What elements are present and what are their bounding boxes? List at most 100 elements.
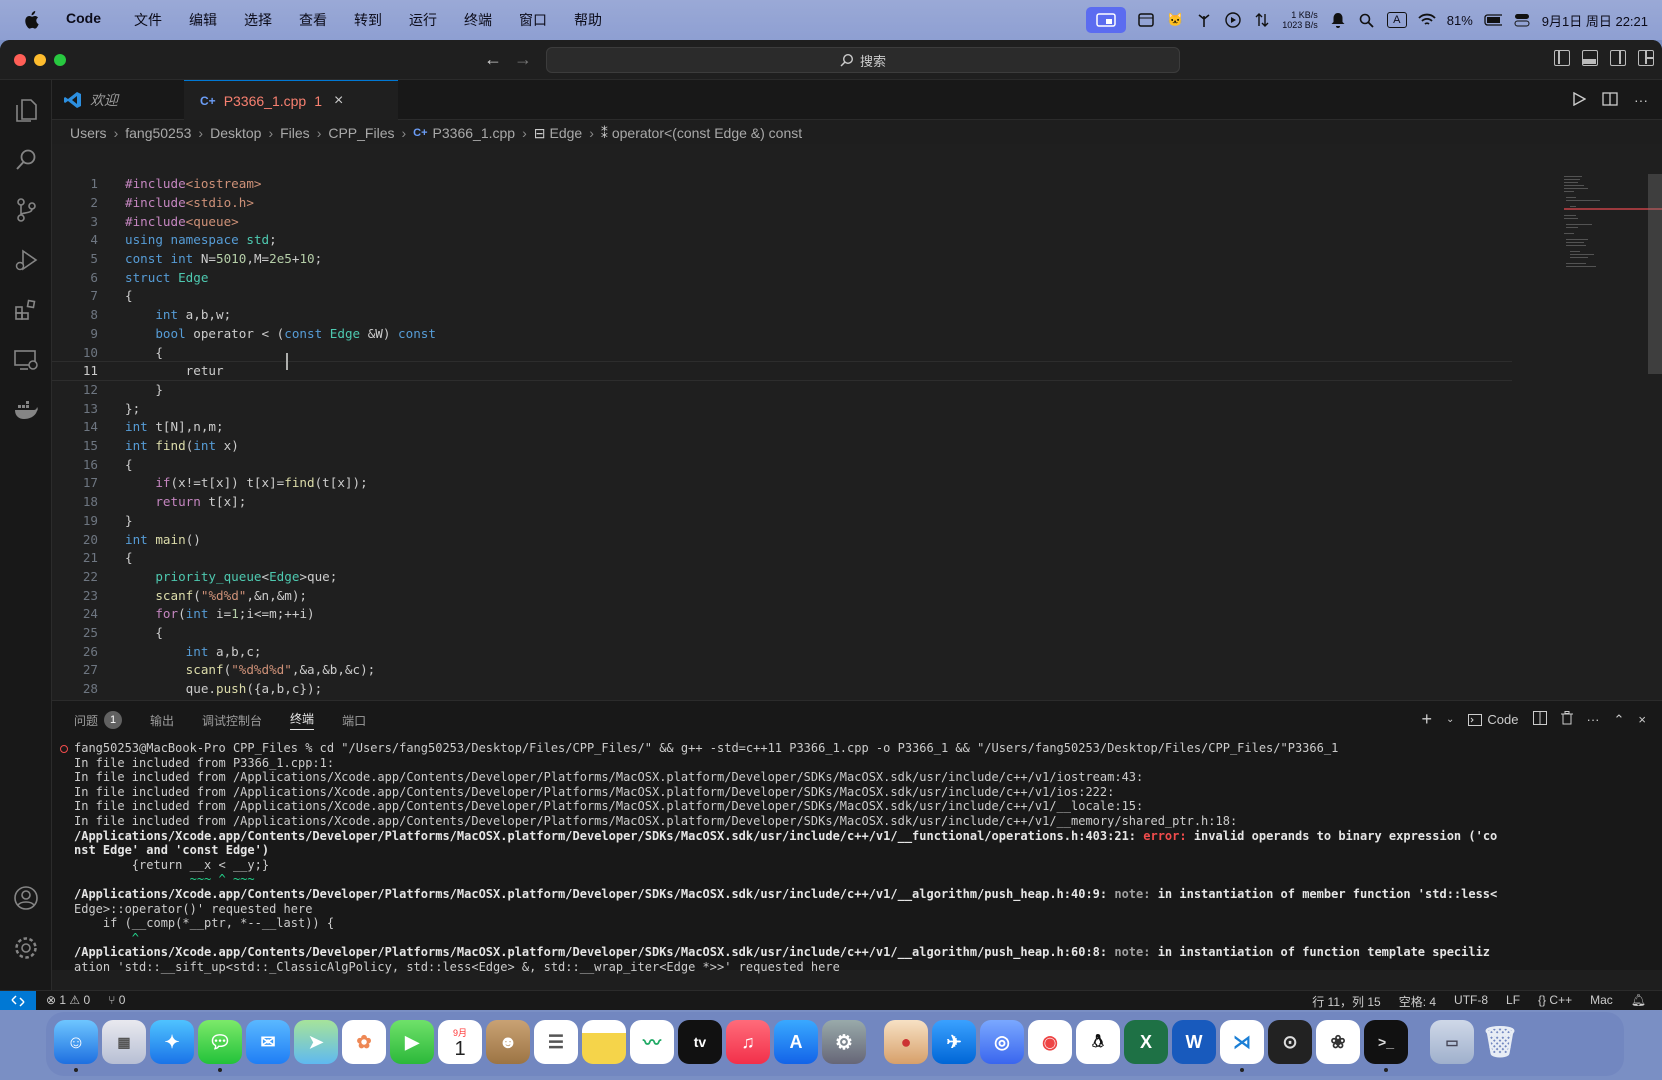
code-line[interactable]: 16 { bbox=[52, 455, 1512, 475]
menu-app-name[interactable]: Code bbox=[66, 10, 101, 30]
account-icon[interactable] bbox=[12, 884, 40, 912]
cat-icon[interactable]: 🐱 bbox=[1166, 11, 1184, 29]
trash-icon[interactable] bbox=[1560, 711, 1573, 728]
notes-icon[interactable] bbox=[582, 1020, 626, 1064]
cherry-app-icon[interactable]: ● bbox=[884, 1020, 928, 1064]
chrome-icon[interactable]: ◉ bbox=[1028, 1020, 1072, 1064]
vscode-icon[interactable]: ⋊ bbox=[1220, 1020, 1264, 1064]
breadcrumb-item[interactable]: Desktop bbox=[210, 125, 261, 141]
code-line[interactable]: 5 const int N=5010,M=2e5+10; bbox=[52, 249, 1512, 269]
zoom-window-button[interactable] bbox=[54, 54, 66, 66]
launchpad-icon[interactable]: ▦ bbox=[102, 1020, 146, 1064]
screen-share-icon[interactable] bbox=[1086, 7, 1127, 33]
code-line[interactable]: 20 int main() bbox=[52, 529, 1512, 549]
toggle-secondary-sidebar-icon[interactable] bbox=[1610, 50, 1626, 66]
menu-run[interactable]: 运行 bbox=[409, 10, 437, 30]
apple-icon[interactable] bbox=[22, 11, 40, 29]
more-actions-icon[interactable]: ··· bbox=[1587, 712, 1600, 727]
menu-file[interactable]: 文件 bbox=[134, 10, 162, 30]
window-icon[interactable] bbox=[1137, 11, 1155, 29]
chatgpt-icon[interactable]: ❀ bbox=[1316, 1020, 1360, 1064]
code-line[interactable]: 4 using namespace std; bbox=[52, 230, 1512, 250]
run-file-icon[interactable] bbox=[1572, 91, 1587, 109]
breadcrumb-item[interactable]: CPP_Files bbox=[328, 125, 394, 141]
breadcrumb-item[interactable]: Users bbox=[70, 125, 107, 141]
code-line[interactable]: 24 for(int i=1;i<=m;++i) bbox=[52, 604, 1512, 624]
transfer-icon[interactable] bbox=[1253, 11, 1271, 29]
arrow-right-icon[interactable]: → bbox=[514, 49, 532, 70]
problems-status[interactable]: ⊗ 1 ⚠ 0 bbox=[46, 993, 90, 1007]
breadcrumb-item[interactable]: Files bbox=[280, 125, 310, 141]
freeform-icon[interactable]: 〰 bbox=[630, 1020, 674, 1064]
battery-icon[interactable] bbox=[1484, 11, 1502, 29]
tab-problems[interactable]: 问题 1 bbox=[74, 711, 123, 729]
code-line[interactable]: 21 { bbox=[52, 548, 1512, 568]
code-line[interactable]: 8 int a,b,w; bbox=[52, 305, 1512, 325]
trash-icon[interactable]: 🗑︎ bbox=[1478, 1020, 1522, 1064]
maximize-panel-icon[interactable]: ⌃ bbox=[1614, 712, 1625, 728]
breadcrumb-item[interactable]: operator<(const Edge &) const bbox=[612, 125, 802, 141]
maps-icon[interactable]: ➤ bbox=[294, 1020, 338, 1064]
excel-icon[interactable]: X bbox=[1124, 1020, 1168, 1064]
more-actions-icon[interactable]: ··· bbox=[1634, 92, 1648, 109]
bell-icon[interactable] bbox=[1329, 11, 1347, 29]
chevron-down-icon[interactable]: ⌄ bbox=[1446, 714, 1454, 725]
remote-indicator-icon[interactable] bbox=[0, 991, 36, 1010]
code-line[interactable]: 9 bool operator < (const Edge &W) const bbox=[52, 324, 1512, 344]
downloads-stack-icon[interactable]: ▭ bbox=[1430, 1020, 1474, 1064]
feishu-icon[interactable]: ✈ bbox=[932, 1020, 976, 1064]
end-of-line[interactable]: LF bbox=[1506, 993, 1520, 1010]
code-line[interactable]: 27 scanf("%d%d%d",&a,&b,&c); bbox=[52, 660, 1512, 680]
code-line[interactable]: 25 { bbox=[52, 623, 1512, 643]
minimap[interactable] bbox=[1562, 174, 1622, 284]
cursor-position[interactable]: 行 11，列 15 bbox=[1312, 993, 1380, 1010]
search-icon[interactable] bbox=[1358, 11, 1376, 29]
tab-ports[interactable]: 端口 bbox=[342, 712, 366, 729]
code-line[interactable]: 28 que.push({a,b,c}); bbox=[52, 679, 1512, 699]
tab-welcome[interactable]: 欢迎 bbox=[52, 80, 184, 120]
code-line[interactable]: 18 return t[x]; bbox=[52, 492, 1512, 512]
menu-view[interactable]: 查看 bbox=[299, 10, 327, 30]
command-search-input[interactable]: 搜索 bbox=[546, 47, 1180, 73]
language-mode[interactable]: {} C++ bbox=[1538, 993, 1572, 1010]
indentation[interactable]: 空格: 4 bbox=[1399, 993, 1436, 1010]
split-editor-icon[interactable] bbox=[1602, 92, 1618, 109]
command-error-decoration[interactable] bbox=[60, 745, 68, 753]
terminal-output[interactable]: fang50253@MacBook-Pro CPP_Files % cd "/U… bbox=[74, 741, 1634, 975]
code-editor[interactable]: 1 #include<iostream> 2 #include<stdio.h> 3 #i… bbox=[52, 144, 1662, 700]
steam-icon[interactable]: ⊙ bbox=[1268, 1020, 1312, 1064]
platform-config[interactable]: Mac bbox=[1590, 993, 1613, 1010]
toggle-sidebar-icon[interactable] bbox=[1554, 50, 1570, 66]
code-line[interactable]: 7{ bbox=[52, 286, 1512, 306]
close-icon[interactable]: × bbox=[334, 92, 343, 110]
mail-icon[interactable]: ✉ bbox=[246, 1020, 290, 1064]
code-line[interactable]: 1 #include<iostream> bbox=[52, 174, 1512, 194]
messages-icon[interactable]: 💬︎ bbox=[198, 1020, 242, 1064]
docker-icon[interactable] bbox=[12, 396, 40, 424]
tab-output[interactable]: 输出 bbox=[150, 712, 174, 729]
remote-explorer-icon[interactable] bbox=[12, 346, 40, 374]
code-line[interactable]: 6 struct Edge bbox=[52, 268, 1512, 288]
contacts-icon[interactable]: ☻ bbox=[486, 1020, 530, 1064]
control-center-icon[interactable] bbox=[1513, 11, 1531, 29]
notifications-bell-icon[interactable]: 🔔︎ bbox=[1631, 993, 1646, 1010]
code-line[interactable]: 11 retur bbox=[52, 361, 1512, 381]
ports-status[interactable]: ⑂ 0 bbox=[108, 993, 125, 1007]
tab-debug-console[interactable]: 调试控制台 bbox=[202, 712, 262, 729]
facetime-icon[interactable]: ▶ bbox=[390, 1020, 434, 1064]
clock[interactable]: 9月1日 周日 22:21 bbox=[1542, 11, 1648, 30]
new-terminal-icon[interactable]: + bbox=[1422, 709, 1433, 730]
run-debug-icon[interactable] bbox=[12, 246, 40, 274]
code-line[interactable]: 22 priority_queue<Edge>que; bbox=[52, 567, 1512, 587]
close-panel-icon[interactable]: × bbox=[1638, 712, 1646, 727]
code-line[interactable]: 2 #include<stdio.h> bbox=[52, 193, 1512, 213]
arrow-left-icon[interactable]: ← bbox=[484, 49, 502, 70]
code-line[interactable]: 13}; bbox=[52, 398, 1512, 418]
code-line[interactable]: 26 int a,b,c; bbox=[52, 642, 1512, 662]
code-line[interactable]: 17 if(x!=t[x]) t[x]=find(t[x]); bbox=[52, 473, 1512, 493]
apple-tv-icon[interactable]: tv bbox=[678, 1020, 722, 1064]
reminders-icon[interactable]: ☰ bbox=[534, 1020, 578, 1064]
play-circle-icon[interactable] bbox=[1224, 11, 1242, 29]
qq-icon[interactable]: 🐧︎ bbox=[1076, 1020, 1120, 1064]
calendar-icon[interactable]: 9月 1 bbox=[438, 1020, 482, 1064]
